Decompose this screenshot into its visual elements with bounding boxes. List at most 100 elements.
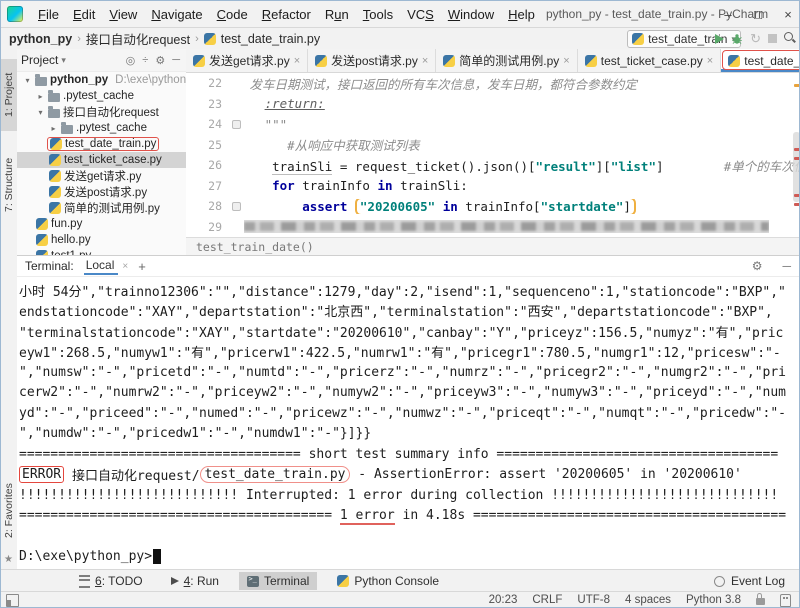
- folder-icon: [35, 77, 47, 86]
- stop-button[interactable]: [768, 34, 777, 43]
- status-item[interactable]: 20:23: [489, 594, 518, 606]
- code-segment: "20200605" in trainInfo["startdate"]: [355, 199, 636, 214]
- new-terminal-icon[interactable]: +: [138, 259, 146, 274]
- menu-item-vcs[interactable]: VCS: [407, 7, 434, 22]
- terminal-output[interactable]: 小时 54分","trainno12306":"","distance":127…: [17, 277, 800, 567]
- breadcrumb-item[interactable]: python_py: [9, 32, 72, 46]
- maximize-window-icon[interactable]: □: [751, 7, 765, 22]
- editor-tab[interactable]: 发送post请求.py×: [308, 49, 436, 72]
- settings-gear-icon[interactable]: ⚙: [153, 54, 167, 67]
- tree-item[interactable]: ▸.pytest_cache: [17, 120, 186, 136]
- code-segment: ][: [596, 159, 611, 174]
- menu-item-tools[interactable]: Tools: [363, 7, 393, 22]
- chevron-down-icon[interactable]: ▾: [36, 108, 45, 117]
- tree-item[interactable]: fun.py: [17, 216, 186, 232]
- tree-item[interactable]: ▾接口自动化request: [17, 104, 186, 120]
- code-text: 发车日期测试，接口返回的所有车次信息，发车日期，都符合参数约定: [242, 74, 800, 93]
- sidebar-item-favorites[interactable]: 2: Favorites: [1, 471, 17, 551]
- tree-item[interactable]: 发送get请求.py: [17, 168, 186, 184]
- tree-item[interactable]: ▸.pytest_cache: [17, 88, 186, 104]
- tree-item[interactable]: hello.py: [17, 232, 186, 248]
- tree-item[interactable]: 简单的测试用例.py: [17, 200, 186, 216]
- navigation-bar: python_py›接口自动化request›test_date_train.p…: [1, 28, 799, 50]
- run-arrow-icon: [171, 577, 179, 585]
- fold-marker-icon[interactable]: [232, 120, 241, 129]
- menu-item-code[interactable]: Code: [217, 7, 248, 22]
- sidebar-item-structure[interactable]: 7: Structure: [1, 141, 17, 229]
- close-window-icon[interactable]: ×: [781, 7, 795, 22]
- chevron-right-icon[interactable]: ▸: [36, 92, 45, 101]
- sidebar-item-project[interactable]: 1: Project: [1, 59, 17, 131]
- toolwindow-button-4-run[interactable]: 4: Run: [163, 572, 227, 590]
- menu-item-edit[interactable]: Edit: [73, 7, 95, 22]
- chevron-right-icon[interactable]: ▸: [49, 124, 58, 133]
- coverage-button[interactable]: ↻: [750, 34, 761, 44]
- editor-tab[interactable]: 简单的测试用例.py ×: [436, 49, 577, 72]
- chevron-down-icon[interactable]: ▾: [61, 55, 66, 66]
- menu-item-help[interactable]: Help: [508, 7, 535, 22]
- hide-panel-icon[interactable]: ─: [782, 259, 791, 273]
- terminal-title: Terminal:: [25, 259, 74, 273]
- breadcrumb-item[interactable]: 接口自动化request: [86, 29, 190, 48]
- menu-item-view[interactable]: View: [109, 7, 137, 22]
- tree-item-content: hello.py: [34, 234, 93, 246]
- terminal-tab-local[interactable]: Local: [84, 258, 119, 274]
- editor-tab[interactable]: test_date_train.py×: [721, 49, 800, 72]
- event-log-button[interactable]: Event Log: [731, 574, 785, 588]
- tool-window-switcher-icon[interactable]: [6, 594, 19, 607]
- tree-item[interactable]: 发送post请求.py: [17, 184, 186, 200]
- error-stripe-mark: [794, 194, 800, 197]
- tab-close-icon[interactable]: ×: [563, 55, 569, 67]
- tree-item[interactable]: ▾python_pyD:\exe\python_py: [17, 72, 186, 88]
- debug-button[interactable]: [731, 33, 743, 45]
- toolwindow-button-python-console[interactable]: Python Console: [329, 572, 447, 590]
- project-panel: Project ▾ ◎ ÷ ⚙ ─ ▾python_pyD:\exe\pytho…: [17, 49, 187, 255]
- tree-item[interactable]: test_date_train.py: [17, 136, 186, 152]
- status-item[interactable]: 4 spaces: [625, 594, 671, 606]
- tree-item-path: D:\exe\python_py: [115, 74, 187, 86]
- search-everywhere-icon[interactable]: [784, 32, 797, 45]
- editor-tab[interactable]: test_ticket_case.py×: [578, 49, 722, 72]
- terminal-header: Terminal: Local × + ⚙ ─: [17, 256, 800, 277]
- locate-file-icon[interactable]: ◎: [124, 54, 138, 67]
- code-editor[interactable]: 22 发车日期测试，接口返回的所有车次信息，发车日期，都符合参数约定23 :re…: [186, 73, 800, 237]
- code-segment: [242, 199, 302, 214]
- star-icon: ★: [4, 554, 13, 565]
- minimize-window-icon[interactable]: –: [721, 7, 735, 22]
- tab-close-icon[interactable]: ×: [707, 55, 713, 67]
- tab-close-icon[interactable]: ×: [294, 55, 300, 67]
- tab-close-icon[interactable]: ×: [422, 55, 428, 67]
- status-item[interactable]: CRLF: [532, 594, 562, 606]
- toolwindow-button-terminal[interactable]: Terminal: [239, 572, 317, 590]
- status-item[interactable]: Python 3.8: [686, 594, 741, 606]
- notifications-icon[interactable]: [780, 594, 791, 607]
- terminal-panel: Terminal: Local × + ⚙ ─ 小时 54分","trainno…: [17, 255, 800, 570]
- lock-icon[interactable]: [756, 598, 765, 605]
- scrollbar-thumb[interactable]: [793, 132, 800, 202]
- error-stripe-mark: [794, 157, 800, 160]
- terminal-line: cerw2":"-","numrw2":"-","priceyw2":"-","…: [19, 383, 800, 404]
- run-button[interactable]: [715, 34, 724, 44]
- tree-item[interactable]: test_ticket_case.py: [17, 152, 186, 168]
- fold-marker-icon[interactable]: [232, 202, 241, 211]
- settings-gear-icon[interactable]: ⚙: [752, 259, 763, 273]
- status-item[interactable]: UTF-8: [577, 594, 610, 606]
- menu-item-file[interactable]: File: [38, 7, 59, 22]
- close-icon[interactable]: ×: [122, 261, 128, 272]
- breadcrumb-item[interactable]: test_date_train.py: [221, 32, 320, 46]
- collapse-all-icon[interactable]: ÷: [140, 54, 150, 66]
- menu-item-run[interactable]: Run: [325, 7, 349, 22]
- error-stripe-bar[interactable]: [794, 72, 800, 236]
- menu-item-refactor[interactable]: Refactor: [262, 7, 311, 22]
- chevron-down-icon[interactable]: ▾: [23, 76, 32, 85]
- tree-item-label: 发送get请求.py: [64, 168, 141, 184]
- tree-item-label: test_ticket_case.py: [64, 154, 162, 166]
- editor-tab[interactable]: 发送get请求.py×: [186, 49, 308, 72]
- menu-item-navigate[interactable]: Navigate: [151, 7, 202, 22]
- tree-item[interactable]: test1.py: [17, 248, 186, 255]
- hide-panel-icon[interactable]: ─: [170, 54, 182, 66]
- menu-item-window[interactable]: Window: [448, 7, 494, 22]
- tab-label: 简单的测试用例.py: [459, 52, 559, 69]
- terminal-cursor: [153, 549, 161, 564]
- toolwindow-button-6-todo[interactable]: 6: TODO: [71, 572, 151, 590]
